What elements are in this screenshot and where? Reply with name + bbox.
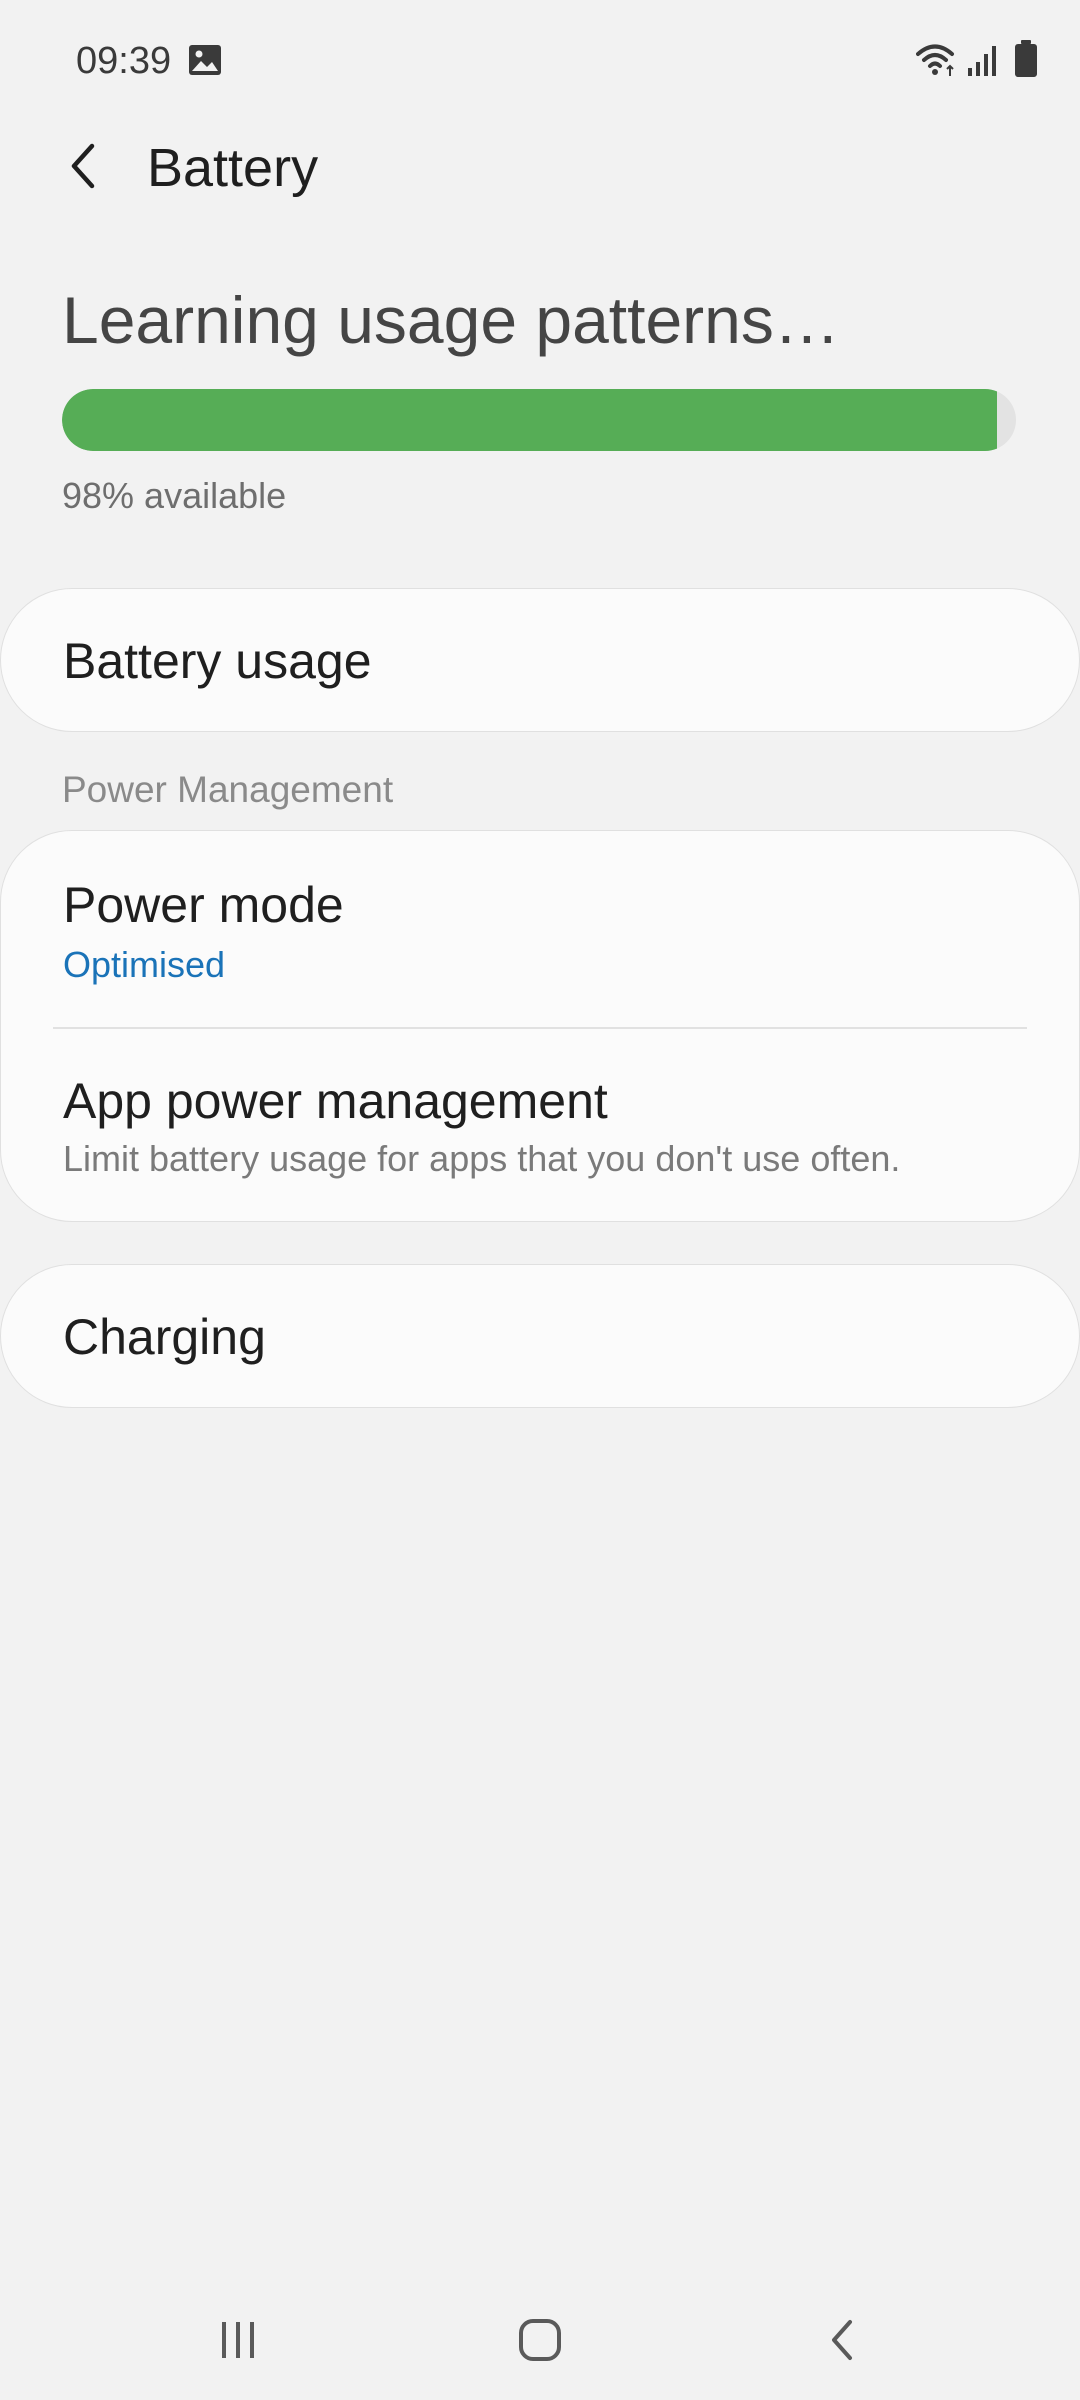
battery-usage-item[interactable]: Battery usage bbox=[0, 588, 1080, 732]
power-mode-value: Optimised bbox=[63, 944, 226, 985]
status-bar: 09:39 bbox=[0, 0, 1080, 120]
chevron-left-icon bbox=[71, 143, 95, 189]
app-power-management-subtitle: Limit battery usage for apps that you do… bbox=[63, 1138, 901, 1179]
home-button[interactable] bbox=[480, 2300, 600, 2380]
power-mode-item[interactable]: Power mode Optimised bbox=[1, 831, 1079, 1027]
charging-label: Charging bbox=[63, 1309, 266, 1365]
page-title: Battery bbox=[147, 138, 319, 198]
home-icon bbox=[519, 2319, 561, 2361]
battery-available-text: 98% available bbox=[62, 475, 287, 516]
battery-icon bbox=[1015, 40, 1037, 77]
battery-status-headline: Learning usage patterns… bbox=[62, 283, 840, 357]
wifi-icon bbox=[916, 44, 954, 76]
charging-item[interactable]: Charging bbox=[0, 1264, 1080, 1408]
power-management-card: Power mode Optimised App power managemen… bbox=[0, 830, 1080, 1222]
recents-icon bbox=[222, 2322, 254, 2358]
back-button[interactable] bbox=[52, 130, 116, 202]
back-icon bbox=[832, 2320, 852, 2360]
app-power-management-item[interactable]: App power management Limit battery usage… bbox=[1, 1029, 1079, 1223]
navigation-bar bbox=[0, 2280, 1080, 2400]
recents-button[interactable] bbox=[178, 2300, 298, 2380]
image-icon bbox=[189, 45, 221, 75]
power-mode-title: Power mode bbox=[63, 877, 344, 933]
battery-level-fill bbox=[62, 389, 997, 451]
nav-back-button[interactable] bbox=[782, 2300, 902, 2380]
battery-level-bar bbox=[62, 389, 1016, 451]
app-power-management-title: App power management bbox=[63, 1073, 608, 1129]
section-header-power-management: Power Management bbox=[62, 769, 394, 810]
signal-icon bbox=[968, 46, 996, 76]
status-time: 09:39 bbox=[76, 40, 172, 82]
battery-usage-label: Battery usage bbox=[63, 633, 372, 689]
